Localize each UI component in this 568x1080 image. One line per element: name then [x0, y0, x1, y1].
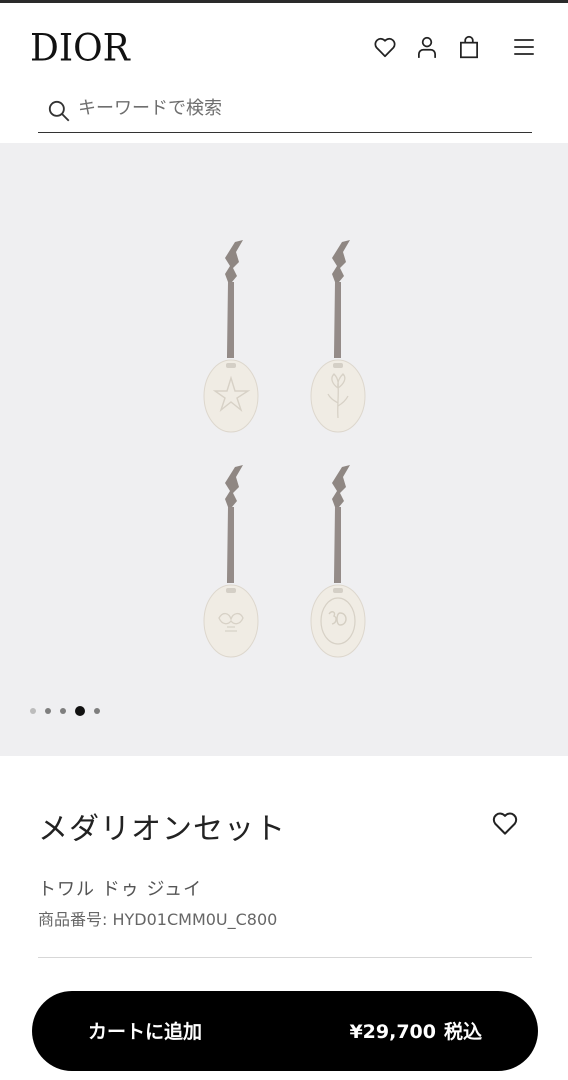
product-image-gallery[interactable]: [0, 143, 568, 756]
divider: [38, 957, 532, 958]
gallery-dot[interactable]: [30, 708, 36, 714]
search-input[interactable]: [76, 90, 520, 126]
gallery-dot-active[interactable]: [75, 706, 85, 716]
gallery-dot[interactable]: [60, 708, 66, 714]
search-icon[interactable]: [46, 98, 72, 124]
gallery-dot[interactable]: [94, 708, 100, 714]
product-collection: トワル ドゥ ジュイ: [38, 879, 203, 900]
product-page: DIOR キーワードで検索 メダリオンセット トワル ドゥ ジュイ 商品番号: …: [0, 0, 568, 1080]
tax-label: 税込: [443, 1021, 482, 1043]
site-header: DIOR: [0, 3, 568, 143]
price-display: ¥29,700 税込: [349, 1017, 482, 1044]
product-title: メダリオンセット: [38, 812, 286, 847]
search-bar: [38, 88, 532, 133]
medallion-butterfly-image: [203, 465, 259, 658]
menu-icon[interactable]: [510, 33, 538, 61]
wishlist-heart-icon[interactable]: [371, 33, 399, 61]
add-to-wishlist-heart-icon[interactable]: [490, 808, 522, 840]
medallion-star-image: [203, 240, 259, 433]
account-icon[interactable]: [413, 33, 441, 61]
medallion-number-image: [310, 465, 366, 658]
gallery-dot[interactable]: [45, 708, 51, 714]
add-to-cart-label: カートに追加: [88, 1021, 203, 1043]
price-value: ¥29,700: [349, 1021, 436, 1043]
add-to-cart-button[interactable]: カートに追加 ¥29,700 税込: [32, 991, 538, 1071]
dior-logo[interactable]: DIOR: [30, 27, 130, 70]
gallery-pagination: [30, 705, 100, 717]
product-sku: 商品番号: HYD01CMM0U_C800: [38, 910, 278, 929]
shopping-bag-icon[interactable]: [455, 33, 483, 61]
medallion-flower-image: [310, 240, 366, 433]
